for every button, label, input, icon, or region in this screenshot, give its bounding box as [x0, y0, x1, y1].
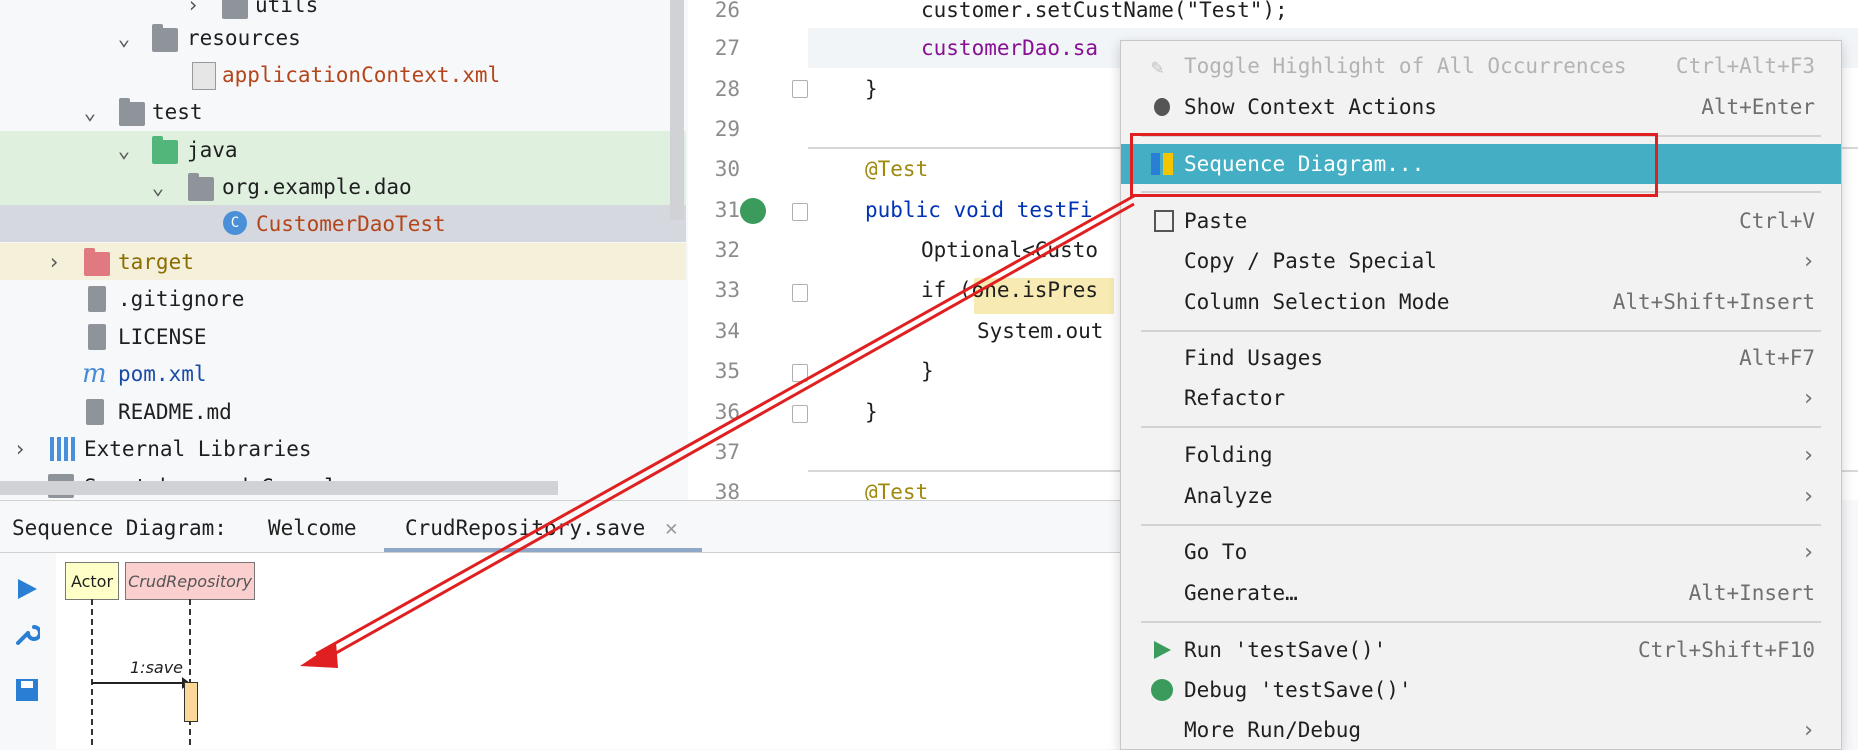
annotation-arrow: [300, 194, 1135, 668]
